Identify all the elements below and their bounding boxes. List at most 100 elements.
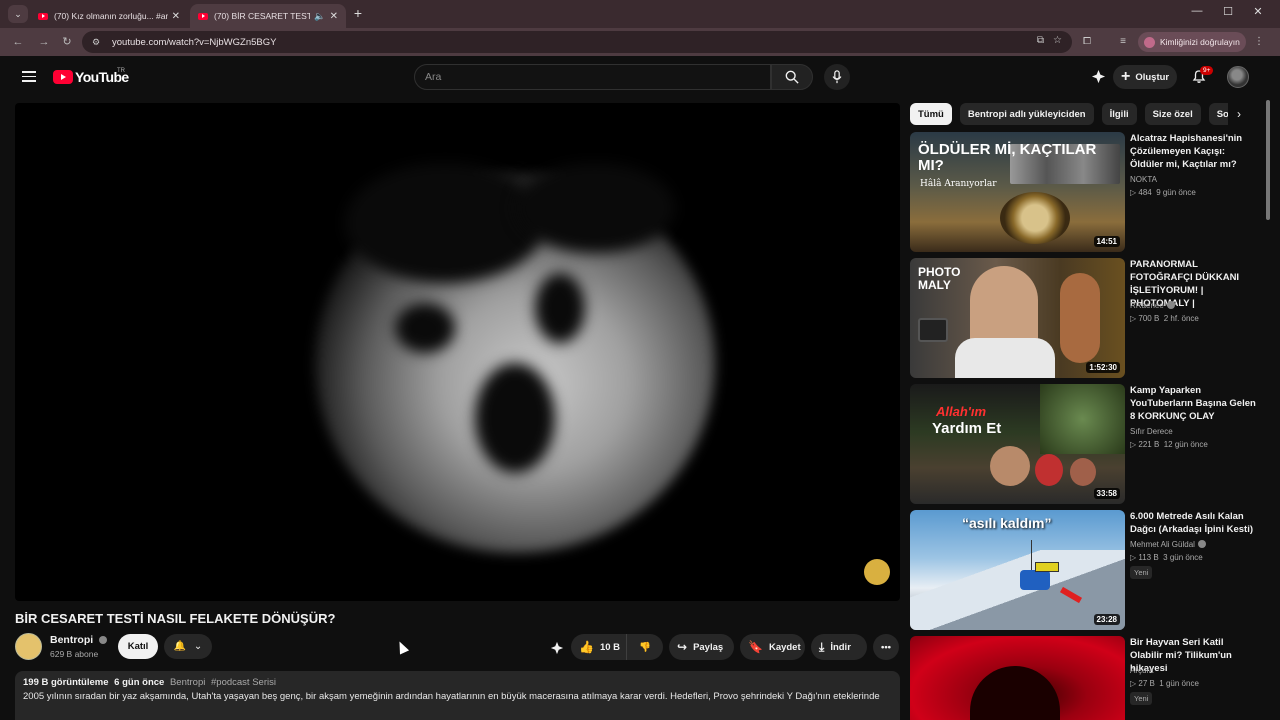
back-icon[interactable]: ← <box>10 34 26 50</box>
dislike-button[interactable]: 👎 <box>627 642 663 653</box>
share-button[interactable]: ↪ Paylaş <box>669 634 734 660</box>
channel-name[interactable]: Bentropi <box>50 634 108 646</box>
view-count: 484 <box>1138 188 1152 197</box>
recommendation-item[interactable]: ÖLDÜLER Mİ, KAÇTILAR MI? Hâlâ Aranıyorla… <box>910 132 1260 252</box>
more-actions-button[interactable]: ••• <box>873 634 899 660</box>
download-button[interactable]: ⤓ İndir <box>811 634 867 660</box>
video-thumbnail[interactable]: ÖLDÜLER Mİ, KAÇTILAR MI? Hâlâ Aranıyorla… <box>910 132 1125 252</box>
recommendation-channel[interactable]: Mehmet Ali Güldal <box>1130 540 1206 549</box>
thumbnail-subtext: Hâlâ Aranıyorlar <box>920 179 997 189</box>
recommendation-item[interactable]: “asılı kaldım” 23:28 6.000 Metrede Asılı… <box>910 510 1260 630</box>
recommendation-channel[interactable]: Sıfır Derece <box>1130 427 1173 436</box>
media-control-icon[interactable]: ≡ <box>1116 35 1130 49</box>
bookmark-star-icon[interactable]: ☆ <box>1053 35 1062 46</box>
premium-sparkle-icon[interactable] <box>1091 69 1106 84</box>
bookmark-icon: 🔖 <box>748 640 763 654</box>
view-count: 199 B görüntüleme <box>23 677 109 688</box>
hashtag-link[interactable]: #podcast Serisi <box>211 677 276 688</box>
browser-toolbar: ← → ↻ ⚙ youtube.com/watch?v=NjbWGZn5BGY … <box>0 28 1280 56</box>
search-icon <box>785 70 799 84</box>
close-window-icon[interactable]: ✕ <box>1250 5 1266 18</box>
climber-image <box>1020 570 1050 590</box>
subscription-bell-button[interactable]: 🔔 ⌄ <box>164 634 212 659</box>
video-thumbnail[interactable]: PHOTO MALY 1:52:30 <box>910 258 1125 378</box>
voice-search-button[interactable] <box>824 64 850 90</box>
extensions-icon[interactable]: ⧠ <box>1080 35 1094 49</box>
browser-tab-1[interactable]: (70) Kız olmanın zorluğu... #anı ✕ <box>30 4 188 28</box>
video-thumbnail[interactable]: Allah'ım Yardım Et 33:58 <box>910 384 1125 504</box>
share-label: Paylaş <box>693 641 724 653</box>
like-button[interactable]: 👍 10 B <box>571 634 627 660</box>
view-count: 113 B <box>1138 553 1159 562</box>
recommendation-meta: ▷ 221 B 12 gün önce <box>1130 440 1208 449</box>
video-thumbnail[interactable] <box>910 636 1125 720</box>
download-label: İndir <box>830 641 851 653</box>
channel-name-text: Bentropi <box>50 634 94 646</box>
install-app-icon[interactable]: ⧉ <box>1037 35 1044 46</box>
share-icon: ↪ <box>677 640 688 654</box>
reload-icon[interactable]: ↻ <box>59 34 75 50</box>
browser-menu-icon[interactable]: ⋮ <box>1252 35 1266 49</box>
speaker-icon[interactable]: 🔈 <box>314 11 325 22</box>
mouse-cursor <box>394 639 410 655</box>
recommendation-channel[interactable]: RRaenee <box>1130 301 1175 310</box>
recommendation-item[interactable]: Bir Hayvan Seri Katil Olabilir mi? Tilik… <box>910 636 1260 720</box>
tab-title: (70) Kız olmanın zorluğu... #anı <box>54 11 168 21</box>
create-label: Oluştur <box>1135 71 1170 83</box>
page-scrollbar[interactable] <box>1266 100 1270 220</box>
view-count: 27 B <box>1138 679 1155 688</box>
close-tab-icon[interactable]: ✕ <box>330 11 338 22</box>
video-thumbnail[interactable]: “asılı kaldım” 23:28 <box>910 510 1125 630</box>
recommendation-title[interactable]: Kamp Yaparken YouTuberların Başına Gelen… <box>1130 384 1258 423</box>
chip-for-you[interactable]: Size özel <box>1144 103 1201 125</box>
chip-all[interactable]: Tümü <box>910 103 952 125</box>
compass-image <box>1000 192 1070 244</box>
search-input[interactable]: Ara <box>414 64 771 90</box>
hashtag-link[interactable]: Bentropi <box>170 677 205 688</box>
save-button[interactable]: 🔖 Kaydet <box>740 634 805 660</box>
channel-watermark[interactable] <box>864 559 890 585</box>
profile-label: Kimliğinizi doğrulayın <box>1160 37 1240 47</box>
view-count: 700 B <box>1138 314 1160 323</box>
upload-age: 2 hf. önce <box>1163 314 1199 323</box>
minimize-icon[interactable]: — <box>1189 5 1205 17</box>
premium-sparkle-icon[interactable] <box>550 641 564 655</box>
person-shirt <box>955 338 1055 378</box>
save-label: Kaydet <box>768 641 801 653</box>
chip-related[interactable]: İlgili <box>1101 103 1137 125</box>
upload-age: 6 gün önce <box>114 677 165 688</box>
description-text: 2005 yılının sıradan bir yaz akşamında, … <box>23 691 880 702</box>
chevron-right-icon[interactable]: › <box>1228 103 1250 125</box>
video-title: BİR CESARET TESTİ NASIL FELAKETE DÖNÜŞÜR… <box>15 611 336 626</box>
video-player[interactable] <box>15 103 900 601</box>
account-avatar[interactable] <box>1227 66 1249 88</box>
site-info-icon[interactable]: ⚙ <box>90 36 102 48</box>
download-icon: ⤓ <box>819 639 825 654</box>
search-button[interactable] <box>771 64 813 90</box>
browser-tab-2[interactable]: (70) BİR CESARET TESTİ NASI 🔈 ✕ <box>190 4 346 28</box>
recommendation-item[interactable]: PHOTO MALY 1:52:30 PARANORMAL FOTOĞRAFÇI… <box>910 258 1260 378</box>
thumbs-down-icon: 👎 <box>639 641 651 653</box>
forward-icon[interactable]: → <box>36 34 52 50</box>
channel-avatar[interactable] <box>15 633 42 660</box>
tab-search-menu-button[interactable]: ⌄ <box>8 5 28 23</box>
recommendation-item[interactable]: Allah'ım Yardım Et 33:58 Kamp Yaparken Y… <box>910 384 1260 504</box>
new-tab-button[interactable]: + <box>350 5 366 21</box>
join-button[interactable]: Katıl <box>118 634 158 659</box>
create-button[interactable]: + Oluştur <box>1113 65 1177 89</box>
bell-icon: 🔔 <box>173 641 187 652</box>
close-tab-icon[interactable]: ✕ <box>172 11 180 22</box>
upload-age: 1 gün önce <box>1159 679 1199 688</box>
person-face <box>990 446 1030 486</box>
recommendation-title[interactable]: 6.000 Metrede Asılı Kalan Dağcı (Arkadaş… <box>1130 510 1258 536</box>
person-face <box>1070 458 1096 486</box>
recommendation-channel[interactable]: Arçura <box>1130 666 1154 675</box>
menu-icon[interactable] <box>22 71 36 82</box>
recommendation-title[interactable]: Alcatraz Hapishanesi'nin Çözülemeyen Kaç… <box>1130 132 1258 171</box>
chip-from-uploader[interactable]: Bentropi adlı yükleyiciden <box>959 103 1094 125</box>
maximize-icon[interactable]: ☐ <box>1220 5 1236 18</box>
description-box[interactable]: 199 B görüntüleme 6 gün önce Bentropi #p… <box>15 671 900 720</box>
recommendation-channel[interactable]: NOKTA <box>1130 175 1157 184</box>
address-bar[interactable]: ⚙ youtube.com/watch?v=NjbWGZn5BGY ☆ ⧉ <box>82 31 1072 53</box>
profile-button[interactable]: Kimliğinizi doğrulayın <box>1138 32 1246 52</box>
